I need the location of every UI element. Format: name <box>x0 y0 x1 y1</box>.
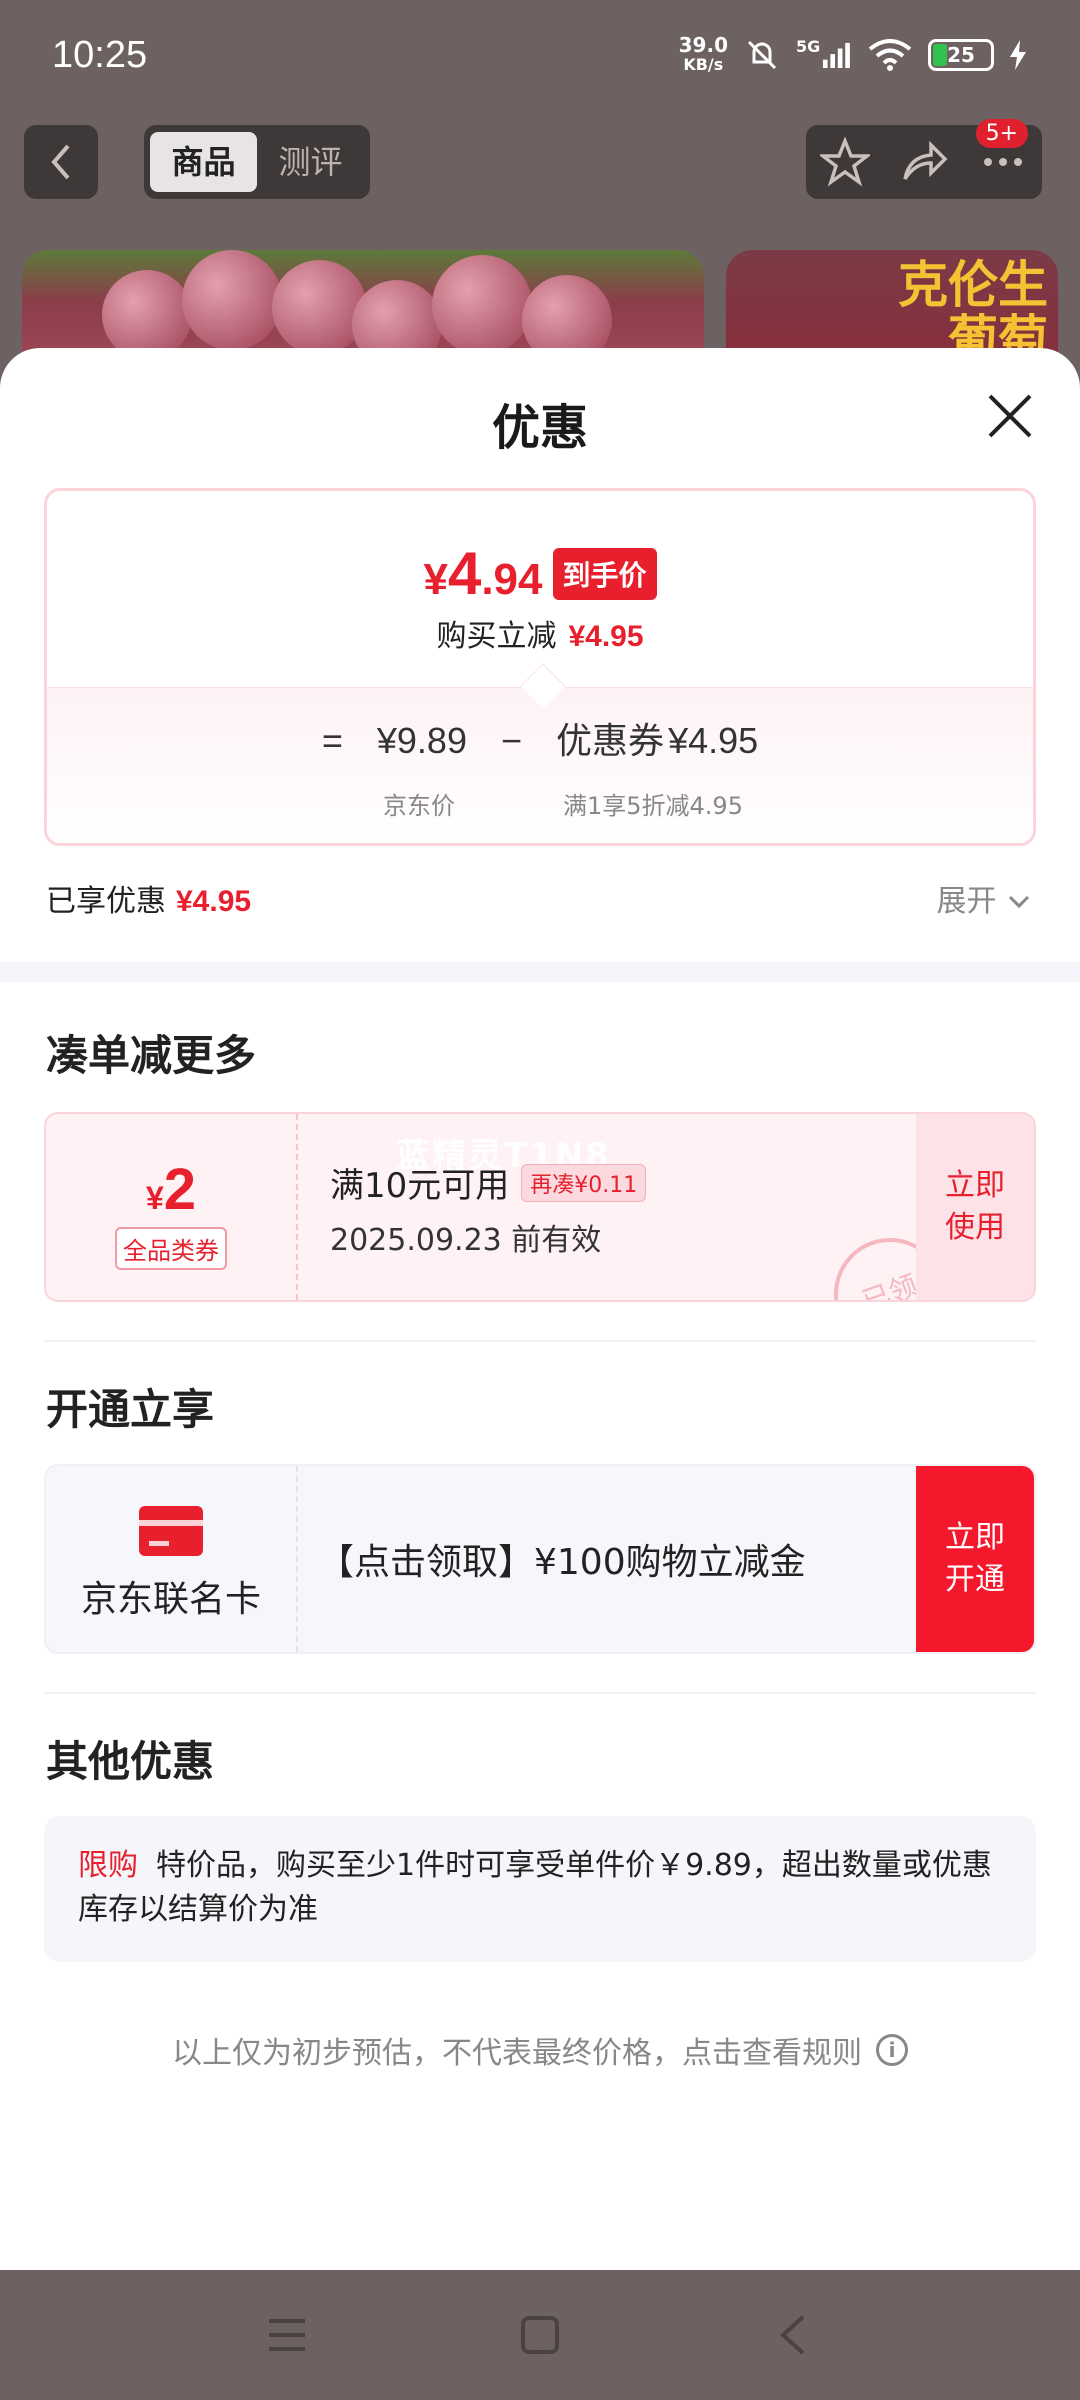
price-formula-area: = ¥9.89 − 优惠券 ¥4.95 京东价 满1享5折减4.95 <box>47 663 1033 843</box>
use-coupon-button[interactable]: 立即 使用 <box>916 1114 1034 1300</box>
grape-shape <box>182 250 282 350</box>
coupon-validity: 2025.09.23 前有效 <box>330 1223 602 1258</box>
enjoyed-amount: ¥4.95 <box>176 885 252 918</box>
final-price-area: ¥4.94 到手价 购买立减 ¥4.95 <box>47 491 1033 687</box>
instant-discount-amount: ¥4.95 <box>568 620 644 653</box>
grape-shape <box>102 270 192 360</box>
info-icon: i <box>876 2034 908 2066</box>
instant-discount-line: 购买立减 ¥4.95 <box>47 611 1033 655</box>
system-nav-bar <box>0 2270 1080 2400</box>
discount-sheet: 优惠 ¥4.94 到手价 购买立减 ¥4.95 = ¥9.89 − 优惠券 ¥4.9… <box>0 348 1080 2270</box>
open-card-section-title: 开通立享 <box>46 1385 215 1434</box>
coupon-number: 2 <box>163 1157 197 1222</box>
status-time: 10:25 <box>52 33 148 76</box>
net-speed-unit: KB/s <box>683 55 724 74</box>
favorite-star-icon[interactable] <box>820 137 871 187</box>
minus-sign: − <box>501 720 523 761</box>
back-triangle-icon <box>780 2315 805 2355</box>
coupon-details: 满10元可用 再凑¥0.11 2025.09.23 前有效 <box>330 1158 647 1259</box>
coupon-value-area: ¥2 全品类券 <box>46 1114 298 1300</box>
section-divider <box>0 962 1080 982</box>
enjoyed-discount: 已享优惠 ¥4.95 <box>46 876 251 920</box>
card-offer-text[interactable]: 【点击领取】¥100购物立减金 <box>318 1466 806 1652</box>
back-arrow-icon <box>51 144 70 180</box>
final-price-amount: ¥4.94 <box>423 539 542 608</box>
tab-review[interactable]: 测评 <box>257 132 364 192</box>
close-icon[interactable] <box>980 386 1040 446</box>
product-top-nav: 商品 测评 5+ <box>0 119 1080 201</box>
network-label: 5G <box>796 37 821 56</box>
currency-symbol: ¥ <box>423 555 448 604</box>
more-badge: 5+ <box>975 119 1028 148</box>
promo-line-1: 克伦生 <box>898 256 1048 314</box>
card-info-area: 京东联名卡 <box>46 1466 298 1652</box>
equals-sign: = <box>321 720 343 761</box>
open-card-button[interactable]: 立即 开通 <box>916 1466 1034 1652</box>
grape-shape <box>432 255 532 355</box>
sheet-title: 优惠 <box>491 400 588 456</box>
coupon-scope-tag: 全品类券 <box>115 1227 227 1270</box>
final-price-tag: 到手价 <box>552 547 657 600</box>
back-button[interactable] <box>24 125 98 199</box>
tab-product[interactable]: 商品 <box>150 132 257 192</box>
coupon-rule: 满1享5折减4.95 <box>563 792 743 820</box>
bundle-coupon: ¥2 全品类券 蓝精灵T1N8 满10元可用 再凑¥0.11 2025.09.2… <box>44 1112 1036 1302</box>
net-speed: 39.0 KB/s <box>679 35 728 75</box>
header-actions: 5+ <box>806 119 1042 199</box>
status-bar: 10:25 39.0 KB/s 5G 25 <box>0 0 1080 110</box>
divider-line <box>44 1340 1036 1342</box>
use-button-line-1: 立即 <box>945 1168 1005 1203</box>
price-breakdown-card: ¥4.94 到手价 购买立减 ¥4.95 = ¥9.89 − 优惠券 ¥4.95 京… <box>44 488 1036 846</box>
expand-label: 展开 <box>936 884 997 919</box>
signal-icon: 5G <box>796 37 852 73</box>
expand-toggle[interactable]: 展开 <box>936 876 1032 920</box>
coupon-currency: ¥ <box>145 1180 164 1216</box>
final-price-int: 4 <box>447 540 482 607</box>
coupon-condition: 满10元可用 <box>330 1166 510 1206</box>
mute-icon <box>742 37 782 73</box>
cobrand-card-offer: 京东联名卡 【点击领取】¥100购物立减金 立即开通 <box>44 1464 1036 1654</box>
menu-nav-button[interactable] <box>257 2305 317 2365</box>
back-nav-button[interactable] <box>763 2305 823 2365</box>
menu-icon <box>268 2319 305 2351</box>
disclaimer[interactable]: 以上仅为初步预估，不代表最终价格，点击查看规则 i <box>0 2028 1080 2072</box>
product-tabs: 商品 测评 <box>144 125 370 199</box>
bundle-section-title: 凑单减更多 <box>46 1031 257 1080</box>
use-button-line-2: 使用 <box>945 1210 1005 1245</box>
wifi-icon <box>866 37 914 73</box>
chevron-down-icon <box>1008 895 1030 909</box>
card-name: 京东联名卡 <box>80 1579 261 1620</box>
limit-tag: 限购 <box>78 1848 138 1883</box>
purchase-limit-note: 限购 特价品，购买至少1件时可享受单件价￥9.89，超出数量或优惠库存以结算价为准 <box>44 1816 1036 1962</box>
open-button-line-2: 开通 <box>945 1562 1005 1597</box>
grape-shape <box>272 260 367 355</box>
instant-discount-label: 购买立减 <box>436 619 557 654</box>
home-nav-button[interactable] <box>510 2305 570 2365</box>
enjoyed-label: 已享优惠 <box>46 884 166 919</box>
home-square-icon <box>520 2316 559 2354</box>
final-price-dec: .94 <box>481 555 543 604</box>
status-icons: 39.0 KB/s 5G 25 <box>679 35 1028 75</box>
open-button-line-1: 立即 <box>945 1520 1005 1555</box>
limit-text: 特价品，购买至少1件时可享受单件价￥9.89，超出数量或优惠库存以结算价为准 <box>78 1848 992 1927</box>
coupon-condition-line: 满10元可用 再凑¥0.11 <box>330 1158 647 1207</box>
price-formula: = ¥9.89 − 优惠券 ¥4.95 <box>47 712 1033 764</box>
coupon-amount: ¥4.95 <box>668 720 759 761</box>
battery-icon: 25 <box>928 39 994 71</box>
coupon-label: 优惠券 <box>556 720 665 761</box>
credit-card-icon <box>139 1506 203 1556</box>
net-speed-value: 39.0 <box>678 33 728 57</box>
divider-line <box>44 1692 1036 1694</box>
charging-icon <box>1008 37 1028 73</box>
coupon-value: ¥2 <box>46 1156 296 1223</box>
jd-price: ¥9.89 <box>376 720 467 761</box>
share-icon[interactable] <box>899 137 949 187</box>
other-section-title: 其他优惠 <box>46 1737 215 1786</box>
jd-price-label: 京东价 <box>383 792 455 820</box>
final-price: ¥4.94 到手价 <box>47 539 1033 608</box>
more-needed-tag: 再凑¥0.11 <box>521 1163 647 1202</box>
battery-level: 25 <box>947 43 975 67</box>
disclaimer-text: 以上仅为初步预估，不代表最终价格，点击查看规则 <box>172 2036 862 2071</box>
